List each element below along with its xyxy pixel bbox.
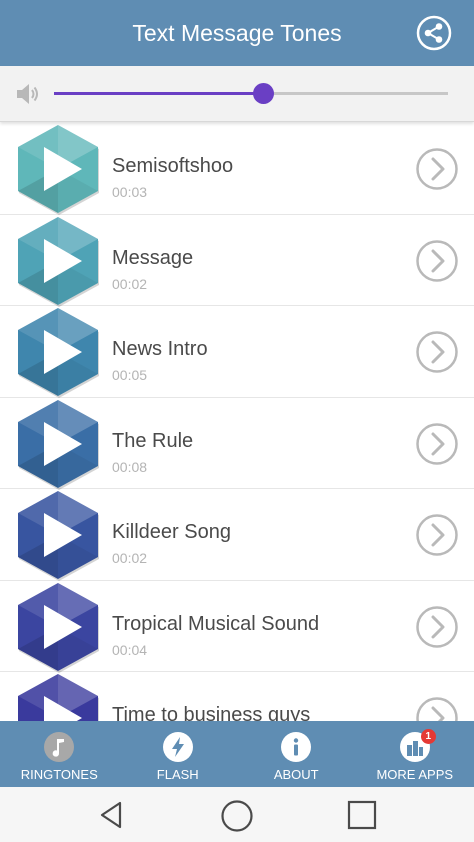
speaker-icon bbox=[17, 84, 38, 104]
tab-flash[interactable]: FLASH bbox=[119, 721, 238, 787]
tab-label-about: ABOUT bbox=[273, 767, 319, 782]
tab-about[interactable]: ABOUT bbox=[237, 721, 356, 787]
chevron-right-icon[interactable] bbox=[415, 513, 459, 557]
chevron-right-icon[interactable] bbox=[415, 239, 459, 283]
chevron-right-icon[interactable] bbox=[415, 147, 459, 191]
tone-title: Message bbox=[112, 246, 194, 269]
list-item[interactable]: Killdeer Song 00:02 bbox=[0, 489, 474, 581]
list-item[interactable]: News Intro 00:05 bbox=[0, 306, 474, 398]
app-title: Text Message Tones bbox=[132, 20, 342, 46]
bottom-tab-bar: RINGTONES FLASH ABOUT 1 MORE APPS bbox=[0, 721, 474, 787]
list-item[interactable]: Time to business guys bbox=[0, 672, 474, 721]
chevron-right-icon[interactable] bbox=[415, 422, 459, 466]
tone-duration: 00:02 bbox=[112, 550, 148, 566]
tone-duration: 00:08 bbox=[112, 458, 148, 475]
tone-title: News Intro bbox=[112, 338, 208, 360]
info-icon bbox=[281, 732, 312, 762]
tone-duration: 00:03 bbox=[112, 184, 148, 200]
tone-title: Tropical Musical Sound bbox=[112, 612, 320, 635]
play-icon[interactable] bbox=[12, 123, 104, 215]
tone-title: The Rule bbox=[112, 429, 194, 452]
play-icon[interactable] bbox=[12, 489, 104, 581]
system-nav-bar bbox=[0, 787, 474, 842]
tab-ringtones[interactable]: RINGTONES bbox=[0, 721, 119, 787]
volume-slider-thumb[interactable] bbox=[252, 83, 274, 104]
tone-title: Semisoftshoo bbox=[112, 155, 234, 177]
list-item[interactable]: Semisoftshoo 00:03 bbox=[0, 123, 474, 215]
tone-title: Killdeer Song bbox=[112, 521, 231, 543]
play-icon[interactable] bbox=[12, 672, 104, 721]
play-icon[interactable] bbox=[12, 581, 104, 673]
chevron-right-icon[interactable] bbox=[415, 696, 459, 721]
tab-more-apps[interactable]: 1 MORE APPS bbox=[356, 721, 474, 787]
tone-duration: 00:04 bbox=[112, 641, 148, 658]
tone-duration: 00:02 bbox=[112, 275, 148, 292]
music-note-icon bbox=[44, 732, 75, 762]
tab-label-more-apps: MORE APPS bbox=[376, 767, 454, 782]
tone-title: Time to business guys bbox=[112, 704, 311, 721]
tab-label-ringtones: RINGTONES bbox=[20, 767, 98, 782]
volume-bar bbox=[0, 66, 474, 122]
back-icon[interactable] bbox=[96, 799, 128, 831]
volume-slider[interactable] bbox=[54, 83, 448, 104]
home-icon[interactable] bbox=[220, 799, 254, 833]
play-icon[interactable] bbox=[12, 215, 104, 307]
list-item[interactable]: The Rule 00:08 bbox=[0, 398, 474, 490]
lightning-icon bbox=[162, 732, 193, 762]
tone-duration: 00:05 bbox=[112, 367, 148, 383]
list-item[interactable]: Tropical Musical Sound 00:04 bbox=[0, 581, 474, 673]
ringtone-list[interactable]: Semisoftshoo 00:03 Message 00:02 News Intro 0… bbox=[0, 123, 474, 721]
chevron-right-icon[interactable] bbox=[415, 330, 459, 374]
title-bar: Text Message Tones bbox=[0, 0, 474, 66]
play-icon[interactable] bbox=[12, 306, 104, 398]
tab-label-flash: FLASH bbox=[156, 767, 199, 782]
volume-slider-fill bbox=[54, 92, 263, 95]
notification-badge: 1 bbox=[420, 729, 436, 744]
play-icon[interactable] bbox=[12, 398, 104, 490]
recent-apps-icon[interactable] bbox=[346, 799, 378, 831]
share-icon[interactable] bbox=[416, 15, 452, 51]
list-item[interactable]: Message 00:02 bbox=[0, 215, 474, 307]
chevron-right-icon[interactable] bbox=[415, 605, 459, 649]
